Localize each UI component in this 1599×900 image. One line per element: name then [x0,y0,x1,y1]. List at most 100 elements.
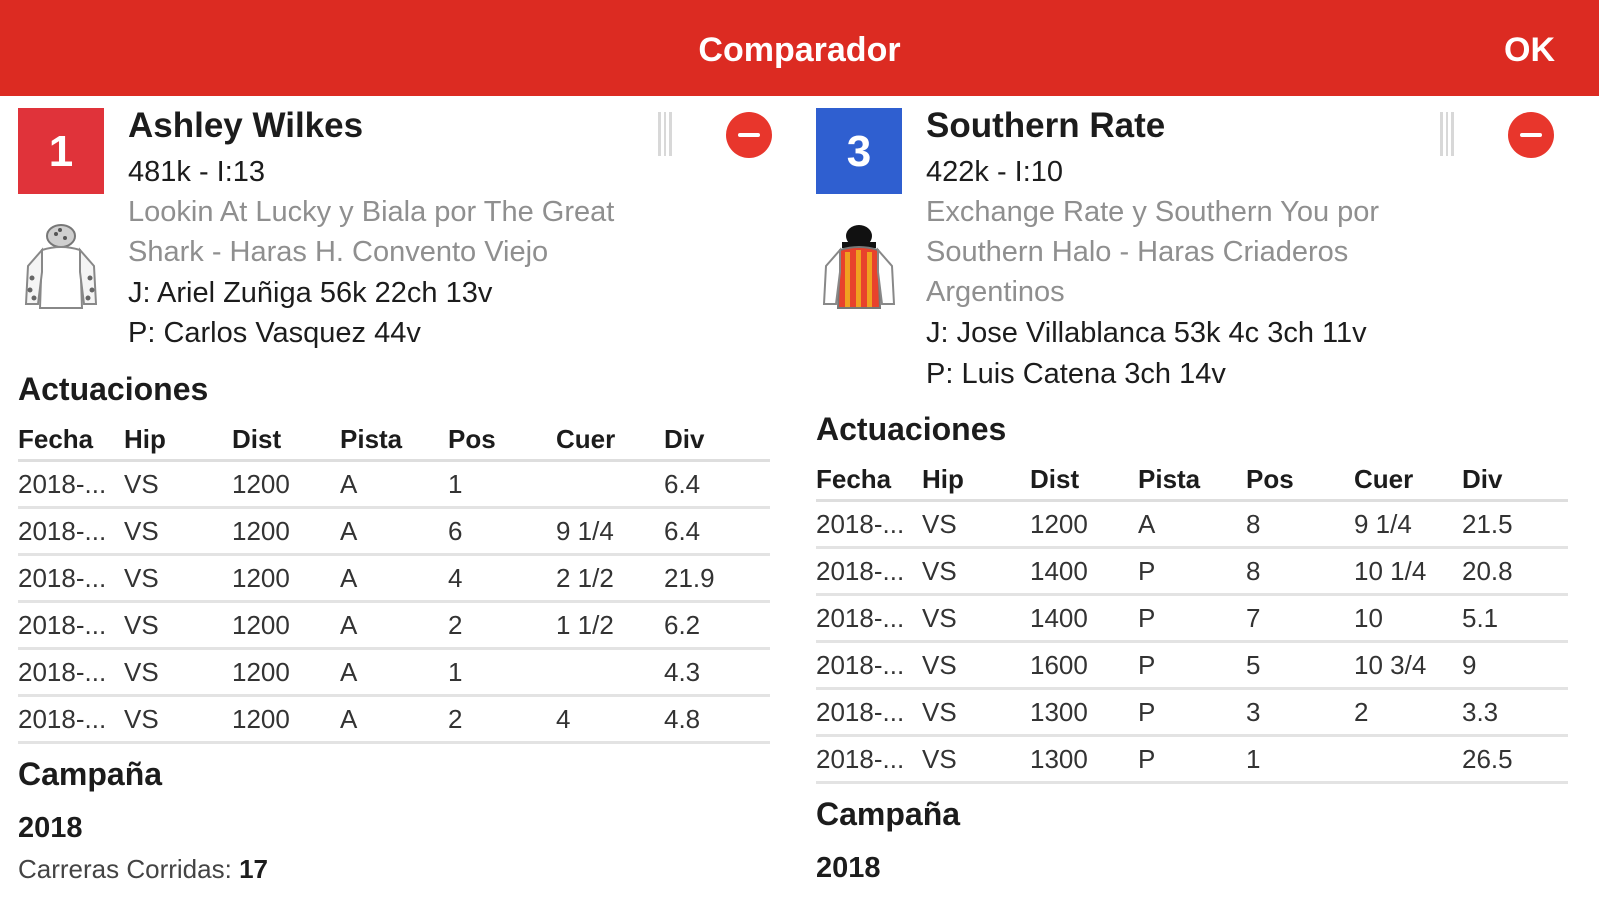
table-cell: 2018-... [18,460,124,509]
table-cell: 9 1/4 [556,507,664,556]
table-cell: 3.3 [1462,688,1568,737]
table-cell: 2018-... [816,688,922,737]
col-cuer: Cuer [556,419,664,462]
table-cell: 2018-... [816,500,922,549]
table-row[interactable]: 2018-... VS 1600 P 5 10 3/4 9 [816,641,1568,690]
table-row[interactable]: 2018-... VS 1300 P 1 26.5 [816,735,1568,784]
table-row[interactable]: 2018-... VS 1200 A 1 6.4 [18,460,770,509]
table-cell: 4.3 [664,648,770,697]
table-cell: VS [124,554,232,603]
table-cell: 1300 [1030,735,1138,784]
table-cell: 20.8 [1462,547,1568,596]
table-cell: A [340,507,448,556]
col-div: Div [664,419,770,462]
col-pista: Pista [1138,459,1246,502]
table-cell: 2018-... [816,735,922,784]
table-cell: A [340,648,448,697]
performances-table: Fecha Hip Dist Pista Pos Cuer Div 2018-.… [18,419,770,744]
table-row[interactable]: 2018-... VS 1200 A 2 4 4.8 [18,695,770,744]
table-cell: 1200 [232,460,340,509]
table-cell: 10 [1354,594,1462,643]
table-cell: 1 [448,648,556,697]
table-cell: 2018-... [18,648,124,697]
table-cell [1354,735,1462,784]
campaign-heading: Campaña [18,756,163,792]
table-cell [556,648,664,697]
table-cell: P [1138,641,1246,690]
table-cell: 1300 [1030,688,1138,737]
table-cell: 4 [556,695,664,744]
performances-heading: Actuaciones [816,411,1007,447]
table-cell: 1600 [1030,641,1138,690]
col-cuer: Cuer [1354,459,1462,502]
navigation-bar: Comparador OK [0,0,1599,96]
table-cell: 1200 [1030,500,1138,549]
table-cell: 6 [448,507,556,556]
trainer-line: P: Luis Catena 3ch 14v [926,358,1226,390]
table-cell: VS [922,641,1030,690]
table-cell: 2018-... [18,601,124,650]
table-cell: 1 [1246,735,1354,784]
col-pos: Pos [1246,459,1354,502]
table-cell: VS [124,507,232,556]
drag-handle-icon[interactable] [658,112,672,156]
horse-card-3: 3 Southern Rate 422k - I:10 Exchange Rat… [816,96,1586,900]
table-row[interactable]: 2018-... VS 1200 A 1 4.3 [18,648,770,697]
campaign-year: 2018 [816,852,881,884]
table-cell: VS [922,500,1030,549]
table-cell: 2 [448,695,556,744]
table-cell: 9 [1462,641,1568,690]
table-cell: P [1138,735,1246,784]
table-cell: VS [922,594,1030,643]
horse-name: Southern Rate [926,106,1166,145]
pedigree-line-3: Argentinos [926,276,1065,308]
pedigree-line-2: Shark - Haras H. Convento Viejo [128,236,549,268]
table-cell: 3 [1246,688,1354,737]
table-row[interactable]: 2018-... VS 1400 P 7 10 5.1 [816,594,1568,643]
table-cell: VS [124,648,232,697]
weight-line: 481k - I:13 [128,156,266,188]
page-title: Comparador [698,31,901,69]
performances-heading: Actuaciones [18,371,209,407]
table-row[interactable]: 2018-... VS 1300 P 3 2 3.3 [816,688,1568,737]
table-cell: 2 [448,601,556,650]
table-cell: 4.8 [664,695,770,744]
table-cell: 1400 [1030,547,1138,596]
table-cell: P [1138,594,1246,643]
table-cell: 6.4 [664,507,770,556]
remove-horse-button[interactable] [726,112,772,158]
ok-button[interactable]: OK [1504,0,1555,100]
col-dist: Dist [232,419,340,462]
table-cell: 6.2 [664,601,770,650]
jockey-line: J: Ariel Zuñiga 56k 22ch 13v [128,277,493,309]
table-cell: 1200 [232,554,340,603]
table-header: Fecha Hip Dist Pista Pos Cuer Div [816,459,1568,502]
table-row[interactable]: 2018-... VS 1200 A 4 2 1/2 21.9 [18,554,770,603]
table-cell: 1200 [232,601,340,650]
col-fecha: Fecha [18,419,124,462]
table-cell: VS [922,735,1030,784]
jockey-line: J: Jose Villablanca 53k 4c 3ch 11v [926,317,1367,349]
table-row[interactable]: 2018-... VS 1200 A 2 1 1/2 6.2 [18,601,770,650]
table-cell: 1 1/2 [556,601,664,650]
table-cell: 1 [448,460,556,509]
table-row[interactable]: 2018-... VS 1200 A 8 9 1/4 21.5 [816,500,1568,549]
drag-handle-icon[interactable] [1440,112,1454,156]
horse-card-1: 1 Ashley Wilkes 481k - I:13 Lookin At Lu… [18,96,788,900]
table-cell: A [340,601,448,650]
table-row[interactable]: 2018-... VS 1200 A 6 9 1/4 6.4 [18,507,770,556]
table-cell: A [340,554,448,603]
table-cell: 5 [1246,641,1354,690]
table-cell: VS [124,695,232,744]
table-cell: P [1138,547,1246,596]
table-cell: 1200 [232,695,340,744]
table-cell: VS [124,601,232,650]
remove-horse-button[interactable] [1508,112,1554,158]
races-run-stat: Carreras Corridas: 17 [18,854,268,885]
table-cell: 21.9 [664,554,770,603]
table-row[interactable]: 2018-... VS 1400 P 8 10 1/4 20.8 [816,547,1568,596]
col-fecha: Fecha [816,459,922,502]
horse-number-badge: 3 [816,108,902,194]
table-cell: 8 [1246,500,1354,549]
table-cell: 1200 [232,507,340,556]
